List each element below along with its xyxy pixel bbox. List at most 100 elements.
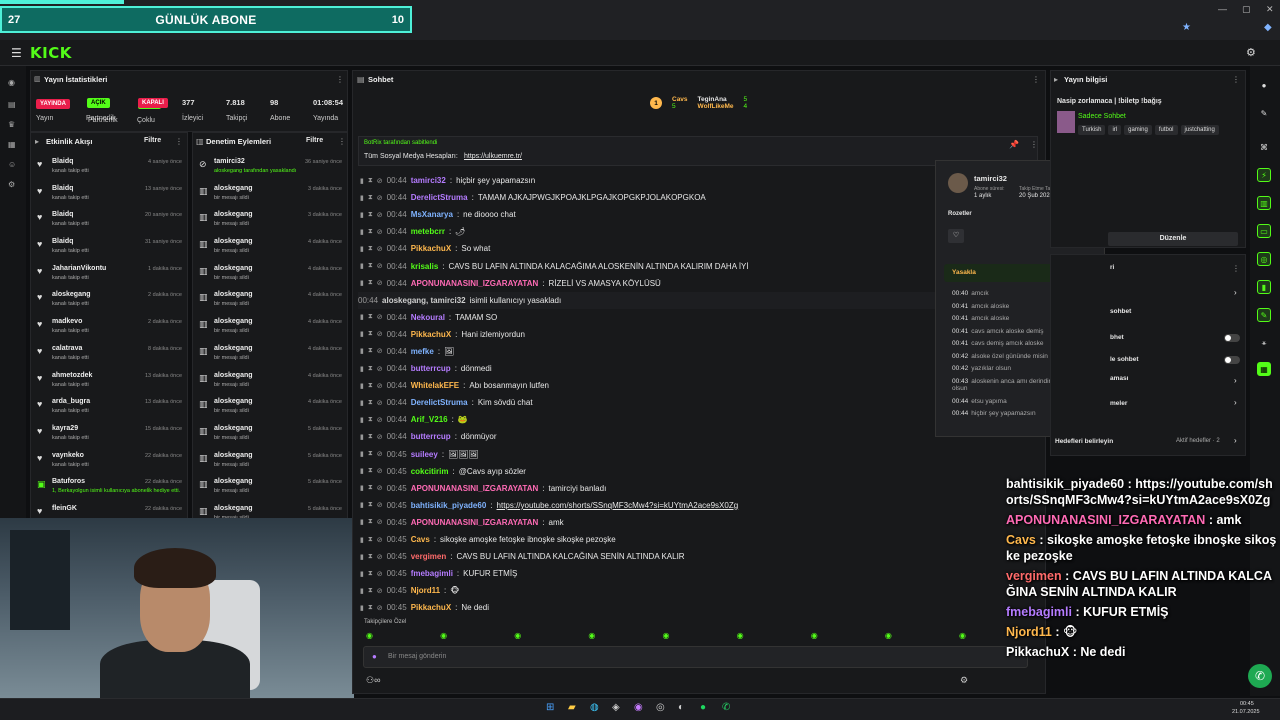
chat-username[interactable]: aloskegang, tamirci32 <box>382 296 466 305</box>
pin-message-icon[interactable]: ▮ <box>360 604 364 612</box>
emote-icon[interactable]: ◉ <box>737 631 744 640</box>
chat-message[interactable]: ▮ ⧗ ⊘ 00:44 DerelictStruma: TAMAM AJKAJPWGJKP… <box>360 189 940 206</box>
rail-stream-icon[interactable]: ◉ <box>8 78 15 87</box>
chat-message[interactable]: ▮ ⧗ ⊘ 00:45 Njord11: 🐵 <box>360 582 940 599</box>
ban-icon[interactable]: ⊘ <box>377 177 383 185</box>
emote-icon[interactable]: ◉ <box>440 631 447 640</box>
rail-settings-icon[interactable]: ⚙ <box>8 180 15 189</box>
rail-info-icon[interactable]: ● <box>1257 78 1271 92</box>
pin-message-icon[interactable]: ▮ <box>360 245 364 253</box>
rail-trophy-icon[interactable]: ♛ <box>8 120 15 129</box>
deny-row[interactable]: ▥ aloskegang bir mesajı sildi 5 dakika önce <box>192 473 348 500</box>
ban-icon[interactable]: ⊘ <box>377 416 383 424</box>
rail-trash-icon[interactable]: ▥ <box>1257 196 1271 210</box>
pin-message-icon[interactable]: ▮ <box>360 553 364 561</box>
deny-filter-button[interactable]: Filtre <box>306 137 323 144</box>
feed-username[interactable]: Blaidq <box>52 158 73 165</box>
deny-row[interactable]: ▥ aloskegang bir mesajı sildi 4 dakika önce <box>192 313 348 340</box>
pin-message-icon[interactable]: ▮ <box>360 467 364 475</box>
deny-username[interactable]: aloskegang <box>214 425 253 432</box>
timeout-icon[interactable]: ⧗ <box>368 365 373 373</box>
rail-grid-icon[interactable]: ▦ <box>8 140 16 149</box>
feed-row[interactable]: ♥ Blaidq kanalı takip etti 20 saniye önce <box>30 206 188 233</box>
system-message[interactable]: 00:44 aloskegang, tamirci32 isimli kullanı… <box>358 291 940 309</box>
rail-clip-icon[interactable]: ⌘ <box>1257 140 1271 154</box>
feed-username[interactable]: ahmetozdek <box>52 372 92 379</box>
ban-icon[interactable]: ⊘ <box>377 433 383 441</box>
chat-username[interactable]: metebcrr <box>411 227 445 236</box>
chat-username[interactable]: Nekoural <box>411 313 445 322</box>
chat-message[interactable]: ▮ ⧗ ⊘ 00:44 metebcrr: 🌶 <box>360 223 940 240</box>
explorer-icon[interactable]: ▰ <box>568 702 576 713</box>
rail-edit-icon[interactable]: ✎ <box>1257 106 1271 120</box>
chat-username[interactable]: bahtisikik_piyade60 <box>411 501 487 510</box>
feed-row[interactable]: ♥ ahmetozdek kanalı takip etti 13 dakika ön… <box>30 367 188 394</box>
chat-username[interactable]: mefke <box>411 347 434 356</box>
feed-username[interactable]: JaharianVikontu <box>52 265 106 272</box>
deny-menu-icon[interactable]: ⋮ <box>338 137 346 146</box>
timeout-icon[interactable]: ⧗ <box>368 330 373 338</box>
timeout-icon[interactable]: ⧗ <box>368 536 373 544</box>
feed-username[interactable]: arda_bugra <box>52 398 90 405</box>
chat-username[interactable]: tamirci32 <box>411 176 446 185</box>
pin-message-icon[interactable]: ▮ <box>360 399 364 407</box>
mod-menu-icon[interactable]: ⋮ <box>1232 264 1240 273</box>
timeout-icon[interactable]: ⧗ <box>368 177 373 185</box>
ban-icon[interactable]: ⊘ <box>377 399 383 407</box>
timeout-icon[interactable]: ⧗ <box>368 279 373 287</box>
heart-icon[interactable]: ♡ <box>948 229 964 243</box>
chat-username[interactable]: DerelictStruma <box>411 398 468 407</box>
ban-icon[interactable]: ⊘ <box>377 484 383 492</box>
ban-icon[interactable]: ⊘ <box>377 536 383 544</box>
feed-username[interactable]: vaynkeko <box>52 452 84 459</box>
timeout-icon[interactable]: ⧗ <box>368 484 373 492</box>
emote-icon[interactable]: ◉ <box>366 631 373 640</box>
chat-username[interactable]: APONUNANASINI_IZGARAYATAN <box>411 279 539 288</box>
timeout-icon[interactable]: ⧗ <box>368 450 373 458</box>
pin-message-icon[interactable]: ▮ <box>360 501 364 509</box>
chat-message[interactable]: ▮ ⧗ ⊘ 00:44 PikkachuX: Hani izlemiyordun <box>360 326 940 343</box>
deny-username[interactable]: aloskegang <box>214 291 253 298</box>
ban-icon[interactable]: ⊘ <box>377 518 383 526</box>
feed-username[interactable]: aloskegang <box>52 291 91 298</box>
chat-message[interactable]: ▮ ⧗ ⊘ 00:44 mefke: 🖼 <box>360 343 940 360</box>
timeout-icon[interactable]: ⧗ <box>368 467 373 475</box>
app-icon[interactable]: ◎ <box>656 702 665 713</box>
feed-menu-icon[interactable]: ⋮ <box>175 137 183 146</box>
rail-broadcast-icon[interactable]: ◎ <box>1257 252 1271 266</box>
chat-message[interactable]: ▮ ⧗ ⊘ 00:44 butterrcup: dönmüyor <box>360 428 940 445</box>
chat-username[interactable]: Cavs <box>411 535 430 544</box>
feed-username[interactable]: Blaidq <box>52 185 73 192</box>
pin-message-icon[interactable]: ▮ <box>360 313 364 321</box>
ban-icon[interactable]: ⊘ <box>377 501 383 509</box>
chat-tools-icon[interactable]: ⚇∞ <box>366 675 380 686</box>
timeout-icon[interactable]: ⧗ <box>368 245 373 253</box>
deny-row[interactable]: ▥ aloskegang bir mesajı sildi 4 dakika önce <box>192 340 348 367</box>
chat-message[interactable]: ▮ ⧗ ⊘ 00:44 DerelictStruma: Kim sövdü chat <box>360 394 940 411</box>
feed-username[interactable]: Batuforos <box>52 478 85 485</box>
ban-icon[interactable]: ⊘ <box>377 587 383 595</box>
timeout-icon[interactable]: ⧗ <box>368 518 373 526</box>
chat-message[interactable]: ▮ ⧗ ⊘ 00:44 butterrcup: dönmedi <box>360 360 940 377</box>
timeout-icon[interactable]: ⧗ <box>368 570 373 578</box>
maximize-icon[interactable]: ▢ <box>1242 4 1251 15</box>
pin-message-icon[interactable]: ▮ <box>360 228 364 236</box>
pin-icon[interactable]: 📌 <box>1009 140 1019 149</box>
chat-message[interactable]: ▮ ⧗ ⊘ 00:45 vergimen: CAVS BU LAFIN ALTINDA K… <box>360 548 940 565</box>
creator-dashboard-icon[interactable]: ⚙ <box>1246 46 1256 59</box>
emote-icon[interactable]: ◉ <box>663 631 670 640</box>
timeout-icon[interactable]: ⧗ <box>368 553 373 561</box>
pin-message-icon[interactable]: ▮ <box>360 177 364 185</box>
chat-message[interactable]: ▮ ⧗ ⊘ 00:45 Cavs: sikoşke amoşke fetoşke ibno… <box>360 531 940 548</box>
ban-icon[interactable]: ⊘ <box>377 228 383 236</box>
pin-message-icon[interactable]: ▮ <box>360 570 364 578</box>
chat-message[interactable]: ▮ ⧗ ⊘ 00:44 Nekoural: TAMAM SO <box>360 309 940 326</box>
chat-username[interactable]: MsXanarya <box>411 210 453 219</box>
deny-username[interactable]: aloskegang <box>214 505 253 512</box>
pin-message-icon[interactable]: ▮ <box>360 194 364 202</box>
chat-username[interactable]: PikkachuX <box>411 244 451 253</box>
minimize-icon[interactable]: — <box>1218 4 1227 14</box>
chat-input-placeholder[interactable]: Bir mesaj gönderin <box>388 653 446 660</box>
ban-icon[interactable]: ⊘ <box>377 347 383 355</box>
deny-username[interactable]: aloskegang <box>214 265 253 272</box>
